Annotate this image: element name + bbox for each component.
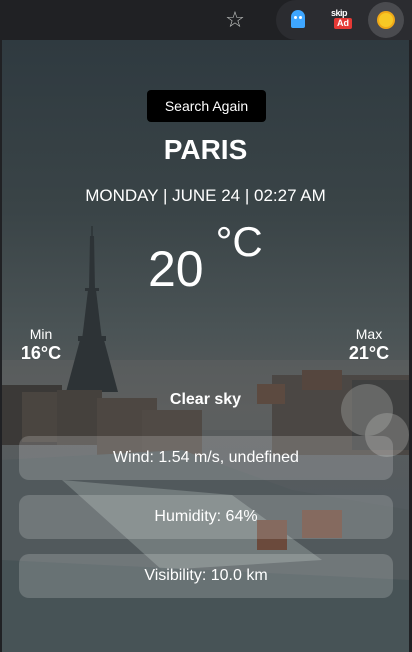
min-value: 16°C bbox=[20, 343, 62, 363]
min-label: Min bbox=[29, 326, 53, 342]
ghost-icon bbox=[291, 10, 305, 28]
skip-ad-extension-button[interactable]: skip Ad bbox=[328, 6, 356, 34]
date-time: MONDAY | JUNE 24 | 02:27 AM bbox=[85, 186, 326, 205]
search-again-button[interactable]: Search Again bbox=[147, 90, 266, 122]
humidity-card: Humidity: 64% bbox=[19, 495, 393, 539]
weather-popup: Search Again PARIS MONDAY | JUNE 24 | 02… bbox=[2, 40, 409, 652]
wind-card: Wind: 1.54 m/s, undefined bbox=[19, 436, 393, 480]
star-icon[interactable]: ☆ bbox=[222, 8, 248, 32]
extensions-area: skip Ad bbox=[276, 0, 412, 40]
skip-ad-icon: Ad bbox=[334, 18, 352, 29]
max-temperature: Max 21°C bbox=[346, 326, 392, 364]
city-name: PARIS bbox=[163, 134, 248, 165]
ghost-extension-button[interactable] bbox=[284, 6, 312, 34]
temperature-value: 20 bbox=[148, 241, 204, 297]
current-temperature: 20 °C bbox=[148, 218, 263, 298]
sun-icon bbox=[379, 13, 393, 27]
weather-extension-button[interactable] bbox=[368, 2, 404, 38]
visibility-card: Visibility: 10.0 km bbox=[19, 554, 393, 598]
max-value: 21°C bbox=[348, 343, 390, 363]
browser-toolbar: ☆ skip Ad bbox=[0, 0, 412, 40]
max-label: Max bbox=[355, 326, 383, 342]
min-temperature: Min 16°C bbox=[19, 326, 63, 364]
weather-description: Clear sky bbox=[169, 391, 242, 408]
skip-ad-icon-text: skip bbox=[331, 8, 348, 18]
temperature-unit: °C bbox=[215, 218, 263, 265]
